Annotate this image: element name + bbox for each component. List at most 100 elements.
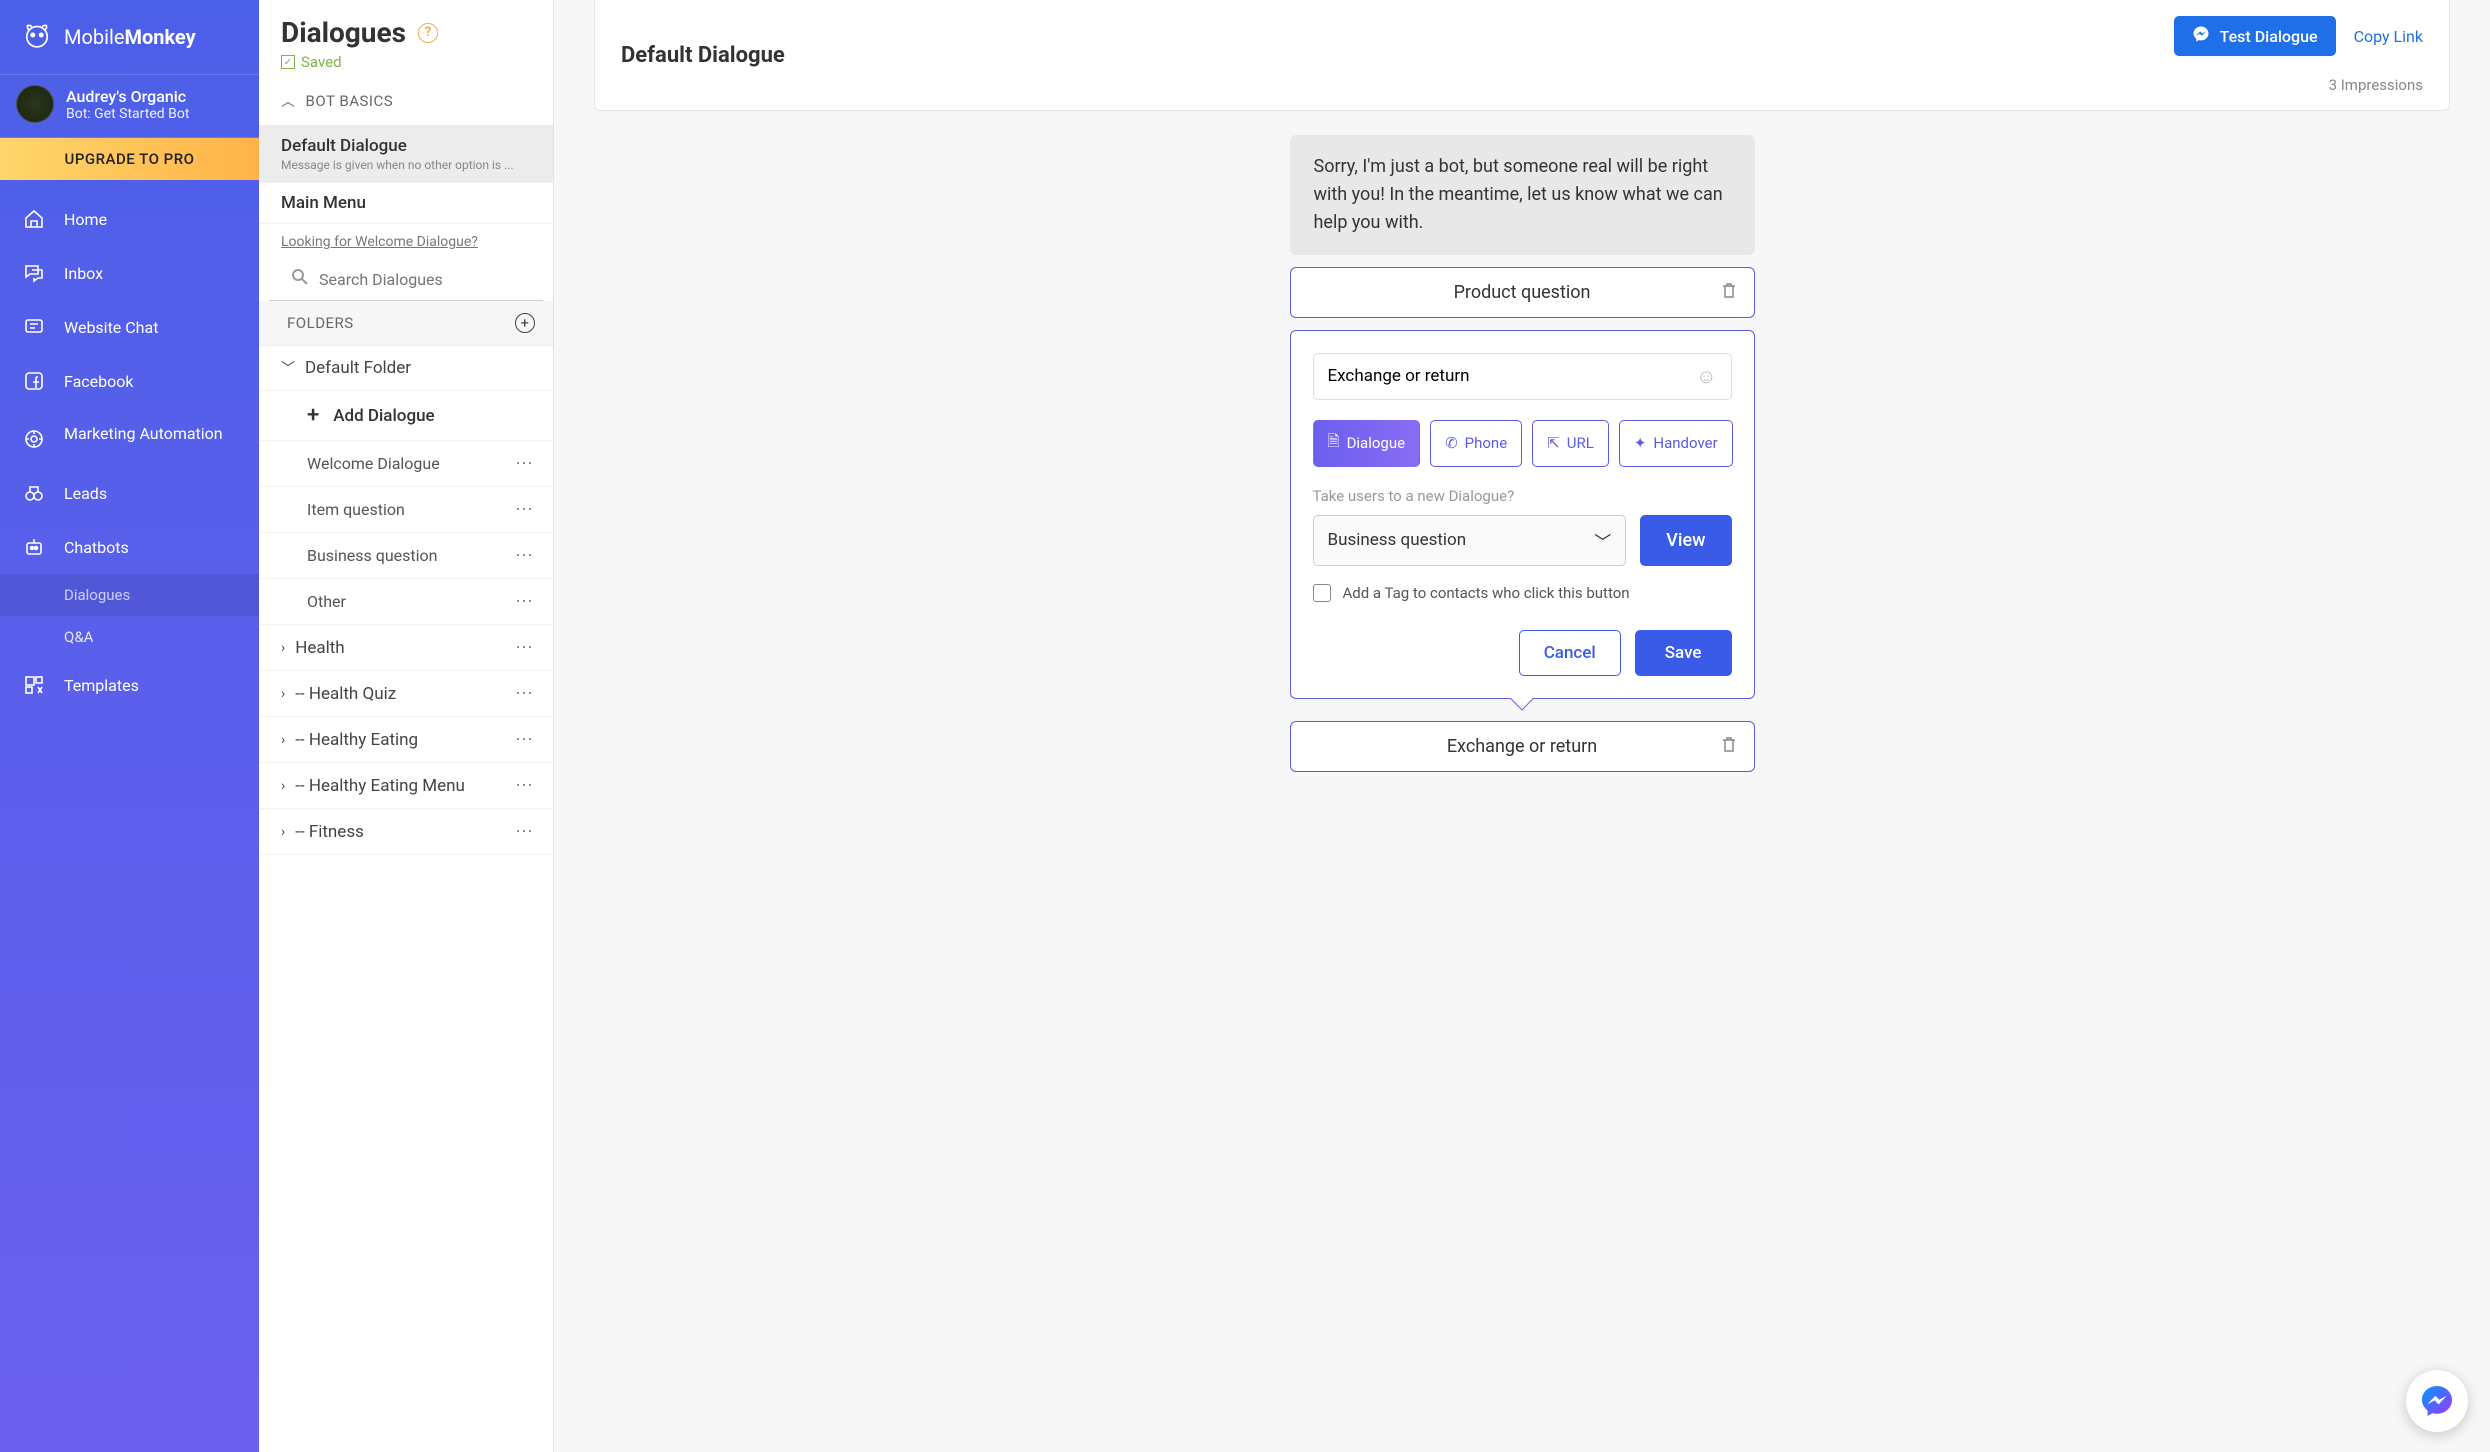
external-link-icon: ⇱ [1547, 434, 1560, 452]
copy-link[interactable]: Copy Link [2354, 27, 2423, 46]
chat-icon [22, 262, 46, 284]
phone-icon: ✆ [1445, 434, 1458, 452]
save-button[interactable]: Save [1635, 630, 1732, 676]
more-icon[interactable]: ⋯ [515, 821, 535, 842]
website-chat-icon [22, 316, 46, 338]
chevron-right-icon: › [281, 824, 285, 840]
more-icon[interactable]: ⋯ [515, 637, 535, 658]
messenger-icon [2192, 25, 2210, 47]
list-item[interactable]: Welcome Dialogue⋯ [259, 441, 553, 487]
dialogue-item-default[interactable]: Default Dialogue Message is given when n… [259, 126, 553, 183]
nav-qa[interactable]: Q&A [0, 616, 259, 658]
bot-basics-header[interactable]: ︿ BOT BASICS [259, 77, 553, 126]
more-icon[interactable]: ⋯ [515, 453, 535, 474]
more-icon[interactable]: ⋯ [515, 499, 535, 520]
account-bot: Bot: Get Started Bot [66, 106, 189, 122]
more-icon[interactable]: ⋯ [515, 775, 535, 796]
chevron-up-icon: ︿ [281, 91, 296, 111]
more-icon[interactable]: ⋯ [515, 729, 535, 750]
dialogues-panel: Dialogues ? ✓Saved ︿ BOT BASICS Default … [259, 0, 554, 1452]
tab-url[interactable]: ⇱URL [1532, 420, 1609, 467]
upgrade-button[interactable]: UPGRADE TO PRO [0, 138, 259, 180]
home-icon [22, 208, 46, 230]
test-dialogue-button[interactable]: Test Dialogue [2174, 16, 2336, 56]
list-item[interactable]: Item question⋯ [259, 487, 553, 533]
nav-templates[interactable]: Templates [0, 658, 259, 712]
check-icon: ✓ [281, 55, 295, 69]
nav-website-chat[interactable]: Website Chat [0, 300, 259, 354]
chevron-right-icon: › [281, 640, 285, 656]
trash-icon[interactable] [1720, 735, 1738, 758]
chevron-right-icon: › [281, 686, 285, 702]
more-icon[interactable]: ⋯ [515, 683, 535, 704]
nav-inbox[interactable]: Inbox [0, 246, 259, 300]
tag-label: Add a Tag to contacts who click this but… [1343, 584, 1630, 602]
facebook-icon [22, 370, 46, 392]
cancel-button[interactable]: Cancel [1519, 630, 1621, 676]
nav-home[interactable]: Home [0, 192, 259, 246]
folders-header: FOLDERS + [259, 301, 553, 346]
document-icon: 🗎 [1328, 431, 1340, 456]
account-switcher[interactable]: Audrey's Organic Bot: Get Started Bot [0, 74, 259, 138]
folder-health[interactable]: ›Health⋯ [259, 625, 553, 671]
tag-checkbox[interactable] [1313, 584, 1331, 602]
page-title: Default Dialogue [621, 43, 785, 68]
list-item[interactable]: Business question⋯ [259, 533, 553, 579]
tab-phone[interactable]: ✆Phone [1430, 420, 1522, 467]
folder-quiz[interactable]: ›-- Health Quiz⋯ [259, 671, 553, 717]
nav-marketing[interactable]: Marketing Automation [0, 408, 259, 466]
nav-leads[interactable]: Leads [0, 466, 259, 520]
tab-handover[interactable]: ✦Handover [1619, 420, 1733, 467]
chevron-down-icon: ﹀ [1594, 528, 1611, 553]
robot-icon [22, 536, 46, 558]
chevron-right-icon: › [281, 732, 285, 748]
tab-dialogue[interactable]: 🗎Dialogue [1313, 420, 1421, 467]
reply-label-input[interactable] [1328, 366, 1697, 386]
panel-title: Dialogues [281, 16, 406, 49]
account-name: Audrey's Organic [66, 87, 189, 106]
add-dialogue-button[interactable]: +Add Dialogue [259, 391, 553, 441]
dialogue-item-main-menu[interactable]: Main Menu [259, 183, 553, 224]
automation-icon [22, 428, 46, 450]
left-sidebar: MobileMonkey Audrey's Organic Bot: Get S… [0, 0, 259, 1452]
handover-icon: ✦ [1634, 434, 1647, 452]
main-header: Default Dialogue Test Dialogue Copy Link… [594, 0, 2450, 111]
quick-reply-editor: ☺ 🗎Dialogue ✆Phone ⇱URL ✦Handover Take u… [1290, 330, 1755, 699]
nav-chatbots[interactable]: Chatbots [0, 520, 259, 574]
main-canvas: Default Dialogue Test Dialogue Copy Link… [554, 0, 2490, 1452]
templates-icon [22, 674, 46, 696]
add-folder-icon[interactable]: + [515, 313, 535, 333]
dialogue-select[interactable]: Business question ﹀ [1313, 515, 1627, 566]
welcome-link[interactable]: Looking for Welcome Dialogue? [259, 224, 553, 260]
folder-eating[interactable]: ›-- Healthy Eating⋯ [259, 717, 553, 763]
hint-text: Take users to a new Dialogue? [1313, 487, 1732, 505]
more-icon[interactable]: ⋯ [515, 545, 535, 566]
plus-icon: + [307, 403, 319, 428]
help-icon[interactable]: ? [418, 23, 438, 43]
list-item[interactable]: Other⋯ [259, 579, 553, 625]
chevron-right-icon: › [281, 778, 285, 794]
folder-fitness[interactable]: ›-- Fitness⋯ [259, 809, 553, 855]
search-input[interactable] [319, 270, 522, 289]
binoculars-icon [22, 482, 46, 504]
bot-message-bubble: Sorry, I'm just a bot, but someone real … [1290, 135, 1755, 255]
folder-menu[interactable]: ›-- Healthy Eating Menu⋯ [259, 763, 553, 809]
messenger-fab[interactable] [2406, 1370, 2468, 1432]
emoji-icon[interactable]: ☺ [1696, 364, 1716, 389]
nav-dialogues[interactable]: Dialogues [0, 574, 259, 616]
search-row [269, 260, 543, 301]
impressions-count: 3 Impressions [2329, 76, 2423, 94]
avatar [16, 85, 54, 123]
trash-icon[interactable] [1720, 281, 1738, 304]
nav-facebook[interactable]: Facebook [0, 354, 259, 408]
more-icon[interactable]: ⋯ [515, 591, 535, 612]
nav: Home Inbox Website Chat Facebook Marketi… [0, 180, 259, 712]
logo[interactable]: MobileMonkey [0, 0, 259, 74]
monkey-logo-icon [20, 18, 54, 56]
view-button[interactable]: View [1640, 515, 1731, 566]
quick-reply-chip[interactable]: Exchange or return [1290, 721, 1755, 772]
search-icon [291, 268, 309, 290]
folder-default[interactable]: ﹀Default Folder [259, 346, 553, 391]
quick-reply-chip[interactable]: Product question [1290, 267, 1755, 318]
logo-text: MobileMonkey [64, 25, 196, 49]
